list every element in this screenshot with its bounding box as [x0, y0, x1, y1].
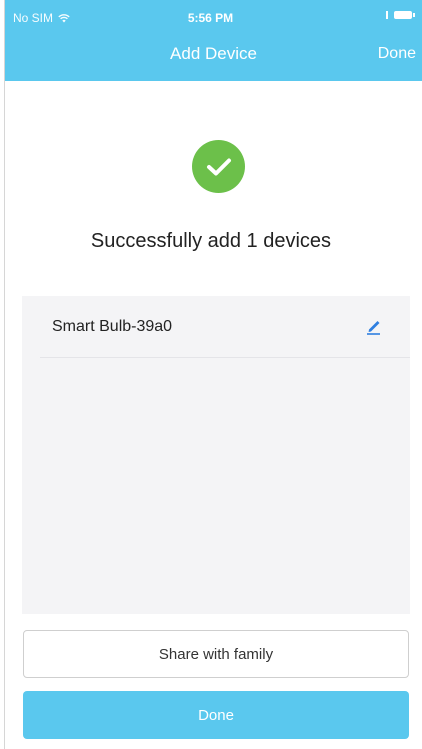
checkmark-icon	[206, 158, 231, 175]
battery-icon	[394, 11, 415, 19]
page-title: Add Device	[170, 44, 257, 63]
checkmark-circle-icon	[192, 140, 245, 193]
pencil-edit-icon[interactable]	[364, 316, 384, 336]
status-bar: No SIM 5:56 PM	[5, 0, 422, 34]
signal-icon	[386, 11, 388, 19]
share-with-family-button[interactable]: Share with family	[23, 630, 409, 678]
device-name: Smart Bulb-39a0	[52, 318, 173, 335]
status-time: 5:56 PM	[187, 11, 234, 25]
success-message: Successfully add 1 devices	[90, 230, 332, 252]
nav-done-button[interactable]: Done	[378, 45, 416, 63]
done-button[interactable]: Done	[23, 691, 409, 739]
app-screen: No SIM 5:56 PM Add Device Done Successfu…	[0, 0, 422, 749]
header: No SIM 5:56 PM Add Device Done	[5, 0, 422, 81]
status-right	[386, 11, 415, 19]
device-list: Smart Bulb-39a0	[22, 296, 410, 614]
device-list-item[interactable]: Smart Bulb-39a0	[22, 296, 410, 358]
